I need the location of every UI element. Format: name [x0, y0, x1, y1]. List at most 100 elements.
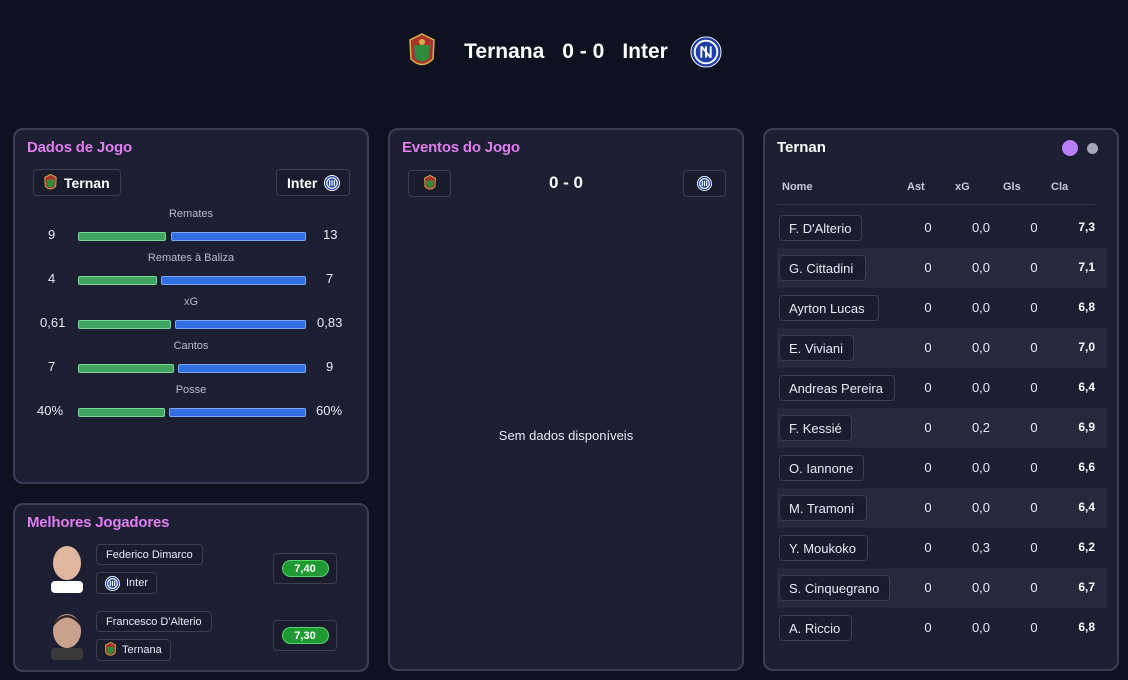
cell-gls: 0 — [1030, 460, 1038, 475]
cell-rating: 6,8 — [1078, 300, 1095, 314]
stat-away-bar — [178, 364, 306, 373]
home-team-chip-label: Ternan — [64, 174, 110, 191]
cell-ast: 0 — [924, 500, 932, 515]
player-name-chip[interactable]: O. Iannone — [779, 455, 864, 481]
table-row[interactable]: F. D'Alterio 0 0,0 0 7,3 — [777, 208, 1107, 248]
cell-xg: 0,0 — [971, 300, 991, 315]
cell-gls: 0 — [1030, 260, 1038, 275]
cell-rating: 6,2 — [1078, 540, 1095, 554]
cell-xg: 0,0 — [971, 460, 991, 475]
team-toggle-away[interactable] — [1087, 143, 1098, 154]
cell-gls: 0 — [1030, 540, 1038, 555]
player-name-chip[interactable]: Y. Moukoko — [779, 535, 868, 561]
player-team-chip[interactable]: Inter — [96, 572, 158, 594]
match-score: 0 - 0 — [562, 40, 605, 63]
cell-ast: 0 — [924, 540, 932, 555]
stat-away-value: 7 — [326, 271, 334, 286]
stat-label: xG — [183, 296, 199, 308]
stat-home-value: 0,61 — [40, 315, 66, 330]
cell-ast: 0 — [924, 300, 932, 315]
cell-gls: 0 — [1030, 220, 1038, 235]
inter-crest-icon — [324, 174, 341, 191]
home-team-chip[interactable]: Ternan — [33, 169, 121, 196]
stat-away-bar — [171, 232, 306, 241]
cell-gls: 0 — [1030, 340, 1038, 355]
stat-home-value: 4 — [48, 271, 56, 286]
table-row[interactable]: Andreas Pereira 0 0,0 0 6,4 — [777, 368, 1107, 408]
cell-gls: 0 — [1030, 580, 1038, 595]
cell-xg: 0,2 — [971, 420, 991, 435]
table-row[interactable]: Y. Moukoko 0 0,3 0 6,2 — [777, 528, 1107, 568]
cell-gls: 0 — [1030, 380, 1038, 395]
header-divider — [777, 204, 1095, 205]
table-row[interactable]: F. Kessié 0 0,2 0 6,9 — [777, 408, 1107, 448]
away-team-name: Inter — [622, 40, 668, 63]
table-row[interactable]: M. Tramoni 0 0,0 0 6,4 — [777, 488, 1107, 528]
player-team-chip[interactable]: Ternana — [96, 639, 171, 661]
player-name-chip[interactable]: F. D'Alterio — [779, 215, 862, 241]
cell-xg: 0,0 — [971, 620, 991, 635]
inter-crest-icon — [690, 33, 722, 71]
player-name-chip[interactable]: F. Kessié — [779, 415, 852, 441]
table-row[interactable]: E. Viviani 0 0,0 0 7,0 — [777, 328, 1107, 368]
player-name: S. Cinquegrano — [789, 580, 880, 596]
cell-rating: 6,9 — [1078, 420, 1095, 434]
cell-ast: 0 — [924, 580, 932, 595]
player-avatar — [47, 610, 87, 660]
away-team-chip[interactable] — [683, 170, 726, 197]
cell-gls: 0 — [1030, 420, 1038, 435]
table-row[interactable]: O. Iannone 0 0,0 0 6,6 — [777, 448, 1107, 488]
team-toggle-home[interactable] — [1062, 140, 1078, 156]
player-name-chip[interactable]: Ayrton Lucas — [779, 295, 879, 321]
column-header-gls[interactable]: Gls — [1003, 181, 1021, 193]
player-name-chip[interactable]: S. Cinquegrano — [779, 575, 890, 601]
player-name-chip[interactable]: Andreas Pereira — [779, 375, 895, 401]
stat-home-bar — [78, 276, 157, 285]
best-players-panel: Melhores Jogadores Federico Dimarco Inte… — [13, 503, 369, 672]
inter-crest-icon — [697, 176, 712, 191]
cell-gls: 0 — [1030, 300, 1038, 315]
column-header-cla[interactable]: Cla — [1051, 181, 1068, 193]
match-events-panel: Eventos do Jogo 0 - 0 Sem dados disponív… — [388, 128, 744, 671]
table-row[interactable]: A. Riccio 0 0,0 0 6,8 — [777, 608, 1107, 648]
table-row[interactable]: S. Cinquegrano 0 0,0 0 6,7 — [777, 568, 1107, 608]
player-team: Inter — [126, 577, 149, 589]
player-name-chip[interactable]: M. Tramoni — [779, 495, 867, 521]
player-name: Andreas Pereira — [789, 380, 883, 396]
column-header-ast[interactable]: Ast — [907, 181, 925, 193]
column-header-name[interactable]: Nome — [782, 181, 813, 193]
player-name-chip[interactable]: A. Riccio — [779, 615, 852, 641]
stat-label: Cantos — [173, 340, 209, 352]
column-header-xg[interactable]: xG — [955, 181, 970, 193]
away-team-chip[interactable]: Inter — [276, 169, 351, 196]
away-team-chip-label: Inter — [287, 174, 318, 191]
stat-away-value: 9 — [326, 359, 334, 374]
table-row[interactable]: Ayrton Lucas 0 0,0 0 6,8 — [777, 288, 1107, 328]
stat-away-value: 13 — [323, 227, 338, 242]
best-players-title: Melhores Jogadores — [27, 514, 170, 531]
stat-home-bar — [78, 408, 165, 417]
table-row[interactable]: G. Cittadini 0 0,0 0 7,1 — [777, 248, 1107, 288]
events-empty-message: Sem dados disponíveis — [498, 428, 634, 443]
player-rating: 7,40 — [281, 560, 329, 577]
stat-label: Posse — [175, 384, 207, 396]
match-events-title: Eventos do Jogo — [402, 139, 520, 156]
player-name-chip[interactable]: Francesco D'Alterio — [96, 611, 212, 632]
player-name-chip[interactable]: E. Viviani — [779, 335, 854, 361]
player-name-chip[interactable]: G. Cittadini — [779, 255, 866, 281]
lineup-panel: Ternan Nome Ast xG Gls Cla F. D'Alterio 0… — [763, 128, 1119, 671]
player-name: Francesco D'Alterio — [106, 615, 202, 628]
ternana-crest-icon — [105, 642, 116, 658]
player-name: Ayrton Lucas — [789, 300, 865, 316]
stat-away-value: 60% — [316, 403, 343, 418]
player-name: Y. Moukoko — [789, 540, 856, 556]
player-name-chip[interactable]: Federico Dimarco — [96, 544, 203, 565]
cell-xg: 0,0 — [971, 340, 991, 355]
home-team-name: Ternana — [464, 40, 545, 63]
cell-xg: 0,0 — [971, 220, 991, 235]
stat-home-bar — [78, 232, 166, 241]
cell-rating: 7,1 — [1078, 260, 1095, 274]
cell-gls: 0 — [1030, 620, 1038, 635]
stat-away-bar — [169, 408, 306, 417]
cell-rating: 7,3 — [1078, 220, 1095, 234]
